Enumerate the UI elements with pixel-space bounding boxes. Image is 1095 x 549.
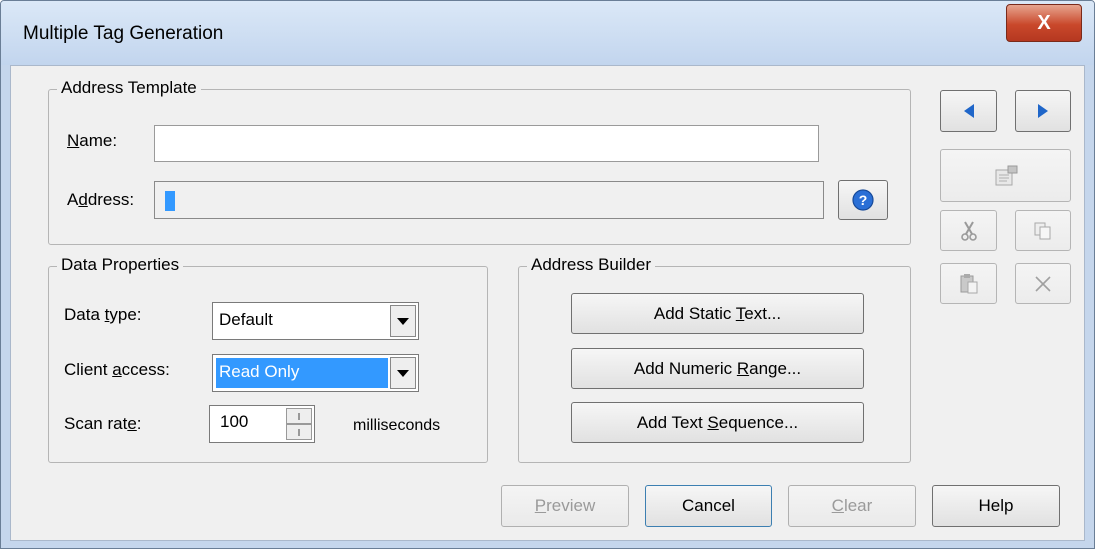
client-access-label: Client access: [64, 360, 170, 379]
client-access-value: Read Only [216, 358, 388, 388]
close-button[interactable]: X [1006, 4, 1082, 42]
text-cursor [165, 191, 175, 211]
add-static-text-label: Add Static Text... [653, 303, 782, 323]
help-button[interactable]: Help [932, 485, 1060, 527]
next-button[interactable] [1015, 90, 1071, 132]
data-properties-legend: Data Properties [57, 255, 184, 275]
name-label: Name: [67, 131, 118, 150]
title-bar[interactable]: Multiple Tag Generation X [1, 1, 1094, 65]
cut-button[interactable] [940, 210, 997, 251]
scan-rate-spinner[interactable]: 100 [209, 405, 315, 443]
address-builder-legend: Address Builder [527, 255, 656, 275]
copy-button[interactable] [1015, 210, 1071, 251]
add-numeric-range-label: Add Numeric Range... [633, 358, 802, 378]
properties-button[interactable] [940, 149, 1071, 202]
add-numeric-range-button[interactable]: Add Numeric Range... [571, 348, 864, 389]
chevron-down-icon [397, 317, 409, 325]
spin-down-button[interactable] [286, 424, 312, 440]
client-access-select[interactable]: Read Only [212, 354, 419, 392]
copy-icon [1034, 222, 1051, 239]
data-type-label: Data type: [64, 305, 142, 324]
add-static-text-button[interactable]: Add Static Text... [571, 293, 864, 334]
add-text-sequence-button[interactable]: Add Text Sequence... [571, 402, 864, 443]
data-type-select[interactable]: Default [212, 302, 419, 340]
address-label: Address: [67, 190, 135, 209]
spin-up-button[interactable] [286, 408, 312, 424]
data-type-value: Default [219, 310, 273, 329]
arrow-left-icon [963, 104, 974, 118]
scissors-icon [960, 220, 977, 241]
properties-icon [995, 165, 1017, 185]
preview-label: Preview [534, 496, 596, 515]
paste-button[interactable] [940, 263, 997, 304]
client-access-dropdown-button[interactable] [390, 357, 416, 389]
delete-x-icon [1035, 275, 1051, 292]
scan-rate-label: Scan rate: [64, 414, 142, 433]
previous-button[interactable] [940, 90, 997, 132]
clear-button[interactable]: Clear [788, 485, 916, 527]
data-properties-group: Data Properties Data type: Default Clien… [48, 255, 488, 463]
address-template-legend: Address Template [57, 78, 201, 98]
scan-rate-value: 100 [220, 412, 249, 431]
scan-rate-unit: milliseconds [353, 417, 441, 434]
dialog-window: Multiple Tag Generation X Address Templa… [0, 0, 1095, 549]
help-icon: ? [852, 189, 874, 211]
address-help-button[interactable]: ? [838, 180, 888, 220]
data-type-dropdown-button[interactable] [390, 305, 416, 337]
address-template-group: Address Template Name: Address: ? [48, 78, 911, 245]
dialog-client-area: Address Template Name: Address: ? Data P… [10, 65, 1085, 541]
address-builder-group: Address Builder Add Static Text... Add N… [518, 255, 911, 463]
chevron-down-icon [397, 369, 409, 377]
address-input[interactable] [154, 181, 824, 219]
close-icon: X [1037, 12, 1051, 34]
clear-label: Clear [831, 496, 873, 515]
preview-button[interactable]: Preview [501, 485, 629, 527]
name-input[interactable] [154, 125, 819, 162]
paste-icon [960, 273, 977, 293]
spin-down-icon [298, 428, 300, 436]
cancel-button[interactable]: Cancel [645, 485, 772, 527]
spin-up-icon [298, 412, 300, 420]
window-title: Multiple Tag Generation [23, 23, 224, 44]
scan-rate-spin-buttons [286, 408, 312, 440]
delete-button[interactable] [1015, 263, 1071, 304]
svg-text:?: ? [859, 192, 868, 208]
add-text-sequence-label: Add Text Sequence... [636, 412, 799, 432]
arrow-right-icon [1038, 104, 1048, 118]
